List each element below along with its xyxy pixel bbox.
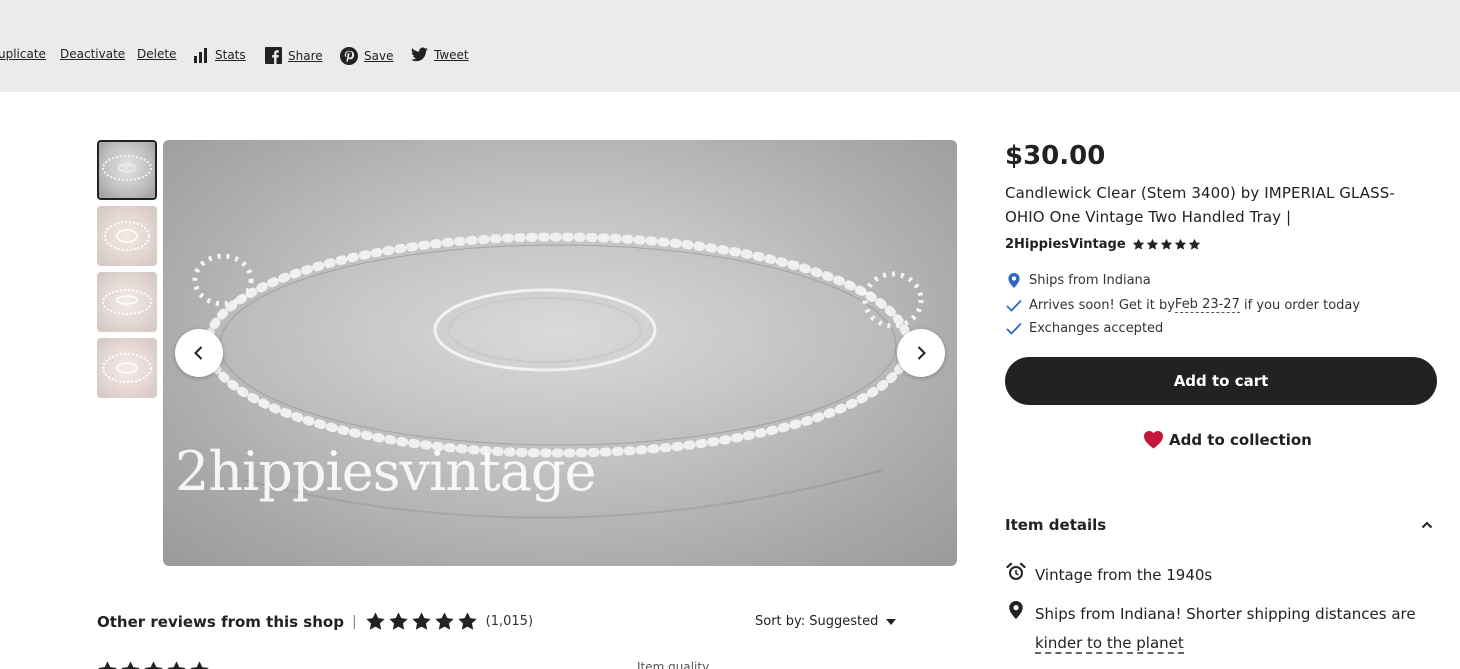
duplicate-label: uplicate [0,47,46,61]
save-link[interactable]: Save [340,47,393,65]
star-icon [98,661,117,669]
reviews-header: Other reviews from this shop | (1,015) [97,611,533,632]
watermark-text: 2hippiesvintage [175,440,596,503]
star-icon [190,661,209,669]
ships-from-text: Ships from Indiana [1029,273,1151,288]
kinder-to-planet-link[interactable]: kinder to the planet [1035,634,1184,654]
thumbnail-image [97,338,157,398]
star-icon [388,612,408,630]
exchanges-row: Exchanges accepted [1005,321,1163,336]
star-icon [411,612,431,630]
arrival-date-link[interactable]: Feb 23-27 [1174,297,1240,313]
star-icon [144,661,163,669]
star-icon [1160,238,1172,250]
delete-link[interactable]: Delete [137,47,176,61]
shipping-note-prefix: Ships from Indiana! Shorter shipping dis… [1035,605,1416,623]
tweet-link[interactable]: Tweet [411,47,469,62]
stats-label: Stats [215,48,246,62]
thumbnail-2[interactable] [97,206,157,266]
star-icon [1174,238,1186,250]
star-icon [457,612,477,630]
deactivate-link[interactable]: Deactivate [60,47,125,61]
item-details-toggle[interactable]: Item details [1005,516,1433,534]
review-item-stars [97,660,212,669]
check-icon [1006,322,1022,335]
tweet-label: Tweet [434,47,469,62]
listing-price: $30.00 [1005,141,1106,171]
shipping-note-text: Ships from Indiana! Shorter shipping dis… [1035,600,1435,658]
item-details-heading: Item details [1005,516,1107,534]
shipping-note-row: Ships from Indiana! Shorter shipping dis… [1005,600,1435,658]
thumbnail-image [97,272,157,332]
admin-toolbar: uplicate Deactivate Delete Stats Share S… [0,0,1460,92]
facebook-icon [265,47,282,64]
share-label: Share [288,48,323,63]
location-pin-icon [1008,273,1020,288]
chevron-up-icon [1421,521,1433,529]
bar-chart-icon [194,48,207,63]
thumbnail-1[interactable] [97,140,157,200]
ships-from-row: Ships from Indiana [1005,273,1151,288]
star-icon [365,612,385,630]
vintage-text: Vintage from the 1940s [1035,566,1213,584]
alarm-clock-icon [1006,562,1026,580]
caret-down-icon [886,618,897,625]
add-to-collection-button[interactable]: Add to collection [1143,430,1312,449]
main-product-image: 2hippiesvintage [163,140,957,566]
star-icon [1188,238,1200,250]
delete-label: Delete [137,47,177,61]
item-quality-label: Item quality [637,660,710,669]
thumbnail-3[interactable] [97,272,157,332]
save-label: Save [364,49,394,63]
star-icon [167,661,186,669]
shop-rating-stars [1132,238,1202,251]
thumbnail-4[interactable] [97,338,157,398]
arrival-row: Arrives soon! Get it by Feb 23-27 if you… [1005,297,1360,313]
exchanges-text: Exchanges accepted [1029,321,1164,336]
listing-title: Candlewick Clear (Stem 3400) by IMPERIAL… [1005,184,1395,226]
chevron-left-icon [194,346,203,360]
star-icon [434,612,454,630]
shop-name-link[interactable]: 2HippiesVintage [1005,237,1126,252]
share-link[interactable]: Share [265,47,323,64]
reviews-rating-stars [365,611,480,632]
pinterest-icon [340,47,358,65]
add-to-collection-label: Add to collection [1169,430,1312,449]
location-pin-icon [1009,601,1023,619]
reviews-count: (1,015) [485,614,534,629]
thumbnail-image [99,142,155,198]
heart-icon [1144,431,1163,449]
sort-label: Sort by: Suggested [755,614,879,629]
reviews-separator: | [351,613,357,630]
add-to-cart-button[interactable]: Add to cart [1005,357,1437,405]
shop-info: 2HippiesVintage [1005,237,1202,252]
vintage-row: Vintage from the 1940s [1005,561,1435,590]
chevron-right-icon [917,346,926,360]
previous-image-button[interactable] [175,329,223,377]
check-icon [1006,299,1022,312]
star-icon [121,661,140,669]
stats-link[interactable]: Stats [193,47,246,63]
arrival-suffix: if you order today [1239,297,1361,313]
next-image-button[interactable] [897,329,945,377]
deactivate-label: Deactivate [60,47,126,61]
thumbnail-image [97,206,157,266]
reviews-title: Other reviews from this shop [97,612,344,631]
duplicate-link[interactable]: uplicate [0,47,46,61]
twitter-icon [411,47,428,62]
arrival-prefix: Arrives soon! Get it by [1029,297,1175,313]
star-icon [1132,238,1144,250]
sort-dropdown[interactable]: Sort by: Suggested [755,614,897,629]
star-icon [1146,238,1158,250]
